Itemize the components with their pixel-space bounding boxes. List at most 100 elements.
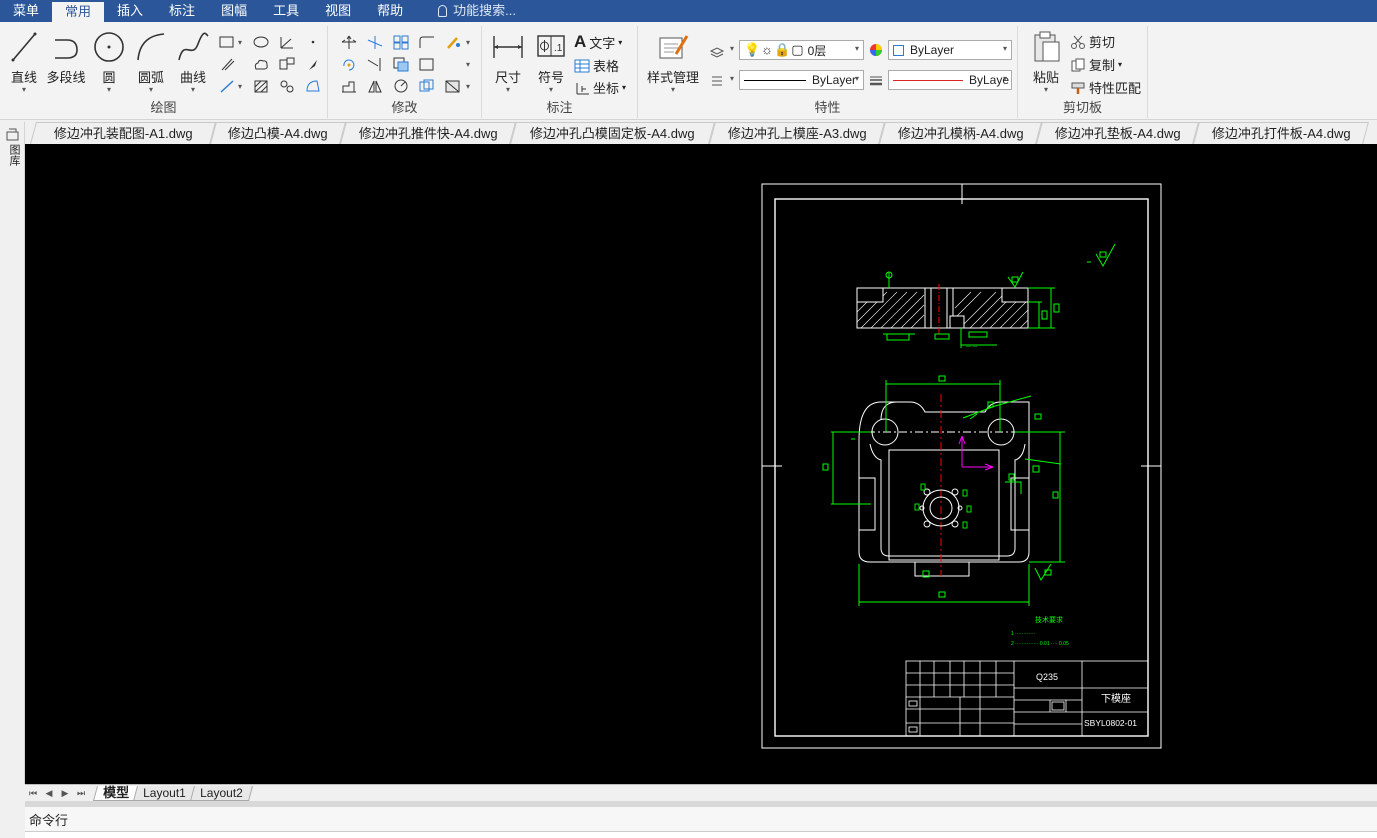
- doc-tab-punch[interactable]: 修边凸模-A4.dwg: [210, 122, 346, 144]
- coordinate-label: 坐标: [593, 81, 620, 96]
- layout-tab-model[interactable]: 模型: [92, 785, 140, 801]
- circle-button[interactable]: 圆 ▾: [87, 28, 131, 94]
- library-icon[interactable]: [6, 128, 19, 141]
- command-panel: 命令行: [25, 807, 1377, 838]
- symbol-icon: .1: [537, 35, 565, 57]
- color-wheel-icon[interactable]: [867, 42, 885, 58]
- curve-button[interactable]: 曲线 ▾: [171, 28, 215, 94]
- menu-frame[interactable]: 图幅: [208, 0, 260, 22]
- first-layout-icon[interactable]: ⏮: [25, 788, 41, 799]
- rectangle-icon[interactable]: [218, 34, 236, 50]
- block-icon[interactable]: [278, 56, 296, 72]
- doc-tab-pusher[interactable]: 修边冲孔推件快-A4.dwg: [340, 122, 516, 144]
- layer-combo[interactable]: 💡☼🔒▢ 0层 ▾: [739, 40, 864, 60]
- boundary-icon[interactable]: [304, 78, 322, 94]
- lineweight-list-icon[interactable]: [708, 72, 726, 88]
- move-icon[interactable]: [340, 34, 358, 50]
- next-layout-icon[interactable]: ▶: [57, 788, 73, 799]
- hatch-icon[interactable]: [252, 78, 270, 94]
- lineweight-combo[interactable]: ByLaye ▾: [888, 70, 1012, 90]
- angle-line-icon[interactable]: [278, 34, 296, 50]
- coordinate-button[interactable]: 坐标 ▾: [574, 78, 626, 97]
- style-manager-button[interactable]: 样式管理 ▾: [644, 28, 702, 94]
- last-layout-icon[interactable]: ⏭: [73, 788, 89, 799]
- explode-icon[interactable]: [444, 78, 462, 94]
- point-icon[interactable]: [304, 34, 322, 50]
- table-button[interactable]: 表格: [574, 56, 619, 75]
- paste-icon: [1034, 31, 1060, 62]
- arc-button[interactable]: 圆弧 ▾: [129, 28, 173, 94]
- menu-insert[interactable]: 插入: [104, 0, 156, 22]
- tech-title: 技术要求: [1035, 615, 1063, 624]
- menu-tools[interactable]: 工具: [260, 0, 312, 22]
- svg-text:1 ············: 1 ············: [1011, 631, 1035, 637]
- drawing-canvas[interactable]: — — 技术要求 1 ············ 2 ··············…: [25, 144, 1377, 784]
- dimension-button[interactable]: 尺寸 ▾: [486, 28, 530, 94]
- fillet-icon[interactable]: [418, 34, 436, 50]
- color-combo[interactable]: ByLayer ▾: [888, 40, 1012, 60]
- menu-view[interactable]: 视图: [312, 0, 364, 22]
- menu-help[interactable]: 帮助: [364, 0, 416, 22]
- offset-icon[interactable]: [392, 56, 410, 72]
- region-icon[interactable]: [278, 78, 296, 94]
- ellipse-icon[interactable]: [252, 34, 270, 50]
- text-button[interactable]: A 文字 ▾: [574, 32, 622, 52]
- prev-layout-icon[interactable]: ◀: [41, 788, 57, 799]
- mirror-icon[interactable]: [366, 78, 384, 94]
- library-label[interactable]: 图库: [6, 144, 20, 166]
- layer-state-icon[interactable]: [708, 42, 726, 58]
- layer-value: 0层: [807, 43, 827, 58]
- trim-icon[interactable]: [366, 34, 384, 50]
- doc-tab-fixing-plate[interactable]: 修边冲孔凸模固定板-A4.dwg: [510, 122, 715, 144]
- layout-tab-bar: ⏮ ◀ ▶ ⏭ 模型 Layout1 Layout2: [25, 784, 1377, 801]
- copy-object-icon[interactable]: [418, 78, 436, 94]
- doc-tab-upper-die[interactable]: 修边冲孔上模座-A3.dwg: [709, 122, 885, 144]
- table-label: 表格: [593, 59, 620, 74]
- menu-common[interactable]: 常用: [52, 0, 105, 22]
- paste-button[interactable]: 粘贴 ▾: [1024, 28, 1068, 94]
- extend-icon[interactable]: [366, 56, 384, 72]
- construction-line-icon[interactable]: [218, 78, 236, 94]
- feature-search[interactable]: 功能搜索...: [416, 0, 516, 22]
- curve-label: 曲线: [179, 70, 206, 85]
- stretch-icon[interactable]: [340, 78, 358, 94]
- circle-label: 圆: [102, 70, 116, 85]
- text-a-icon: A: [574, 32, 587, 51]
- copy-icon: [1071, 58, 1085, 71]
- layout-tab-layout1[interactable]: Layout1: [133, 785, 196, 801]
- linetype-combo[interactable]: ByLayer ▾: [739, 70, 864, 90]
- doc-tab-backing-plate[interactable]: 修边冲孔垫板-A4.dwg: [1036, 122, 1199, 144]
- chamfer-icon[interactable]: [418, 56, 436, 72]
- brush-icon[interactable]: [444, 34, 462, 50]
- layout-tab-layout2[interactable]: Layout2: [189, 785, 253, 801]
- modify-group-label: 修改: [391, 100, 418, 115]
- match-brush-icon: [1071, 82, 1085, 94]
- scale-icon[interactable]: [392, 78, 410, 94]
- dimension-icon: [493, 36, 523, 58]
- symbol-button[interactable]: .1 符号 ▾: [529, 28, 573, 94]
- multiline-icon[interactable]: [218, 56, 236, 72]
- lineweight-icon[interactable]: [867, 72, 885, 88]
- menu-annotate[interactable]: 标注: [156, 0, 208, 22]
- cloud-icon[interactable]: [252, 56, 270, 72]
- draw-group: 直线 ▾ 多段线 圆 ▾ 圆弧 ▾ 曲线 ▾ ▾ ▾ 绘图: [0, 26, 328, 118]
- curve-icon: [178, 32, 209, 61]
- copy-button[interactable]: 复制 ▾: [1070, 55, 1122, 74]
- match-properties-button[interactable]: 特性匹配: [1070, 78, 1141, 97]
- polyline-button[interactable]: 多段线: [44, 28, 88, 86]
- array-icon[interactable]: [392, 34, 410, 50]
- menu-main[interactable]: 菜单: [0, 0, 52, 22]
- tech-requirements: 技术要求 1 ············ 2 ·············· 0.0…: [1011, 615, 1069, 647]
- doc-tab-assembly[interactable]: 修边冲孔装配图-A1.dwg: [30, 122, 216, 144]
- line-button[interactable]: 直线 ▾: [2, 28, 46, 94]
- doc-tab-knockout-plate[interactable]: 修边冲孔打件板-A4.dwg: [1193, 122, 1369, 144]
- cut-button[interactable]: 剪切: [1070, 32, 1115, 51]
- pointer-icon[interactable]: [304, 56, 322, 72]
- rotate-icon[interactable]: [340, 56, 358, 72]
- doc-tab-die-shank[interactable]: 修边冲孔模柄-A4.dwg: [879, 122, 1042, 144]
- cut-label: 剪切: [1089, 35, 1116, 50]
- command-input[interactable]: [25, 831, 1377, 838]
- command-line-label: 命令行: [29, 813, 69, 828]
- polyline-icon: [55, 39, 78, 59]
- modify-group: ▾ ▾ ▾ 修改: [328, 26, 482, 118]
